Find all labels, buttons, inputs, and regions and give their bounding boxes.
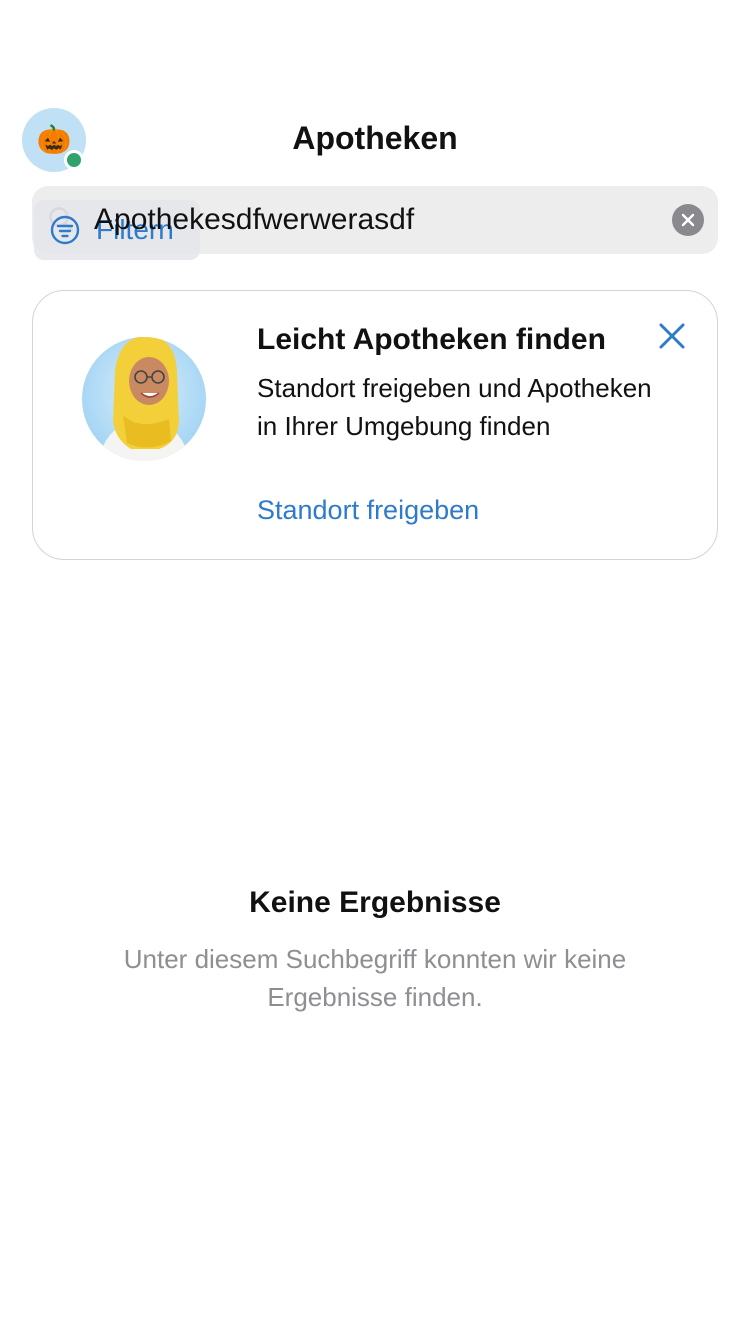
search-bar[interactable]: Filtern (32, 186, 718, 260)
card-body-text: Standort freigeben und Apotheken in Ihre… (257, 373, 652, 441)
search-input[interactable] (94, 198, 654, 242)
pharmacist-avatar-illustration (82, 337, 206, 461)
empty-state-title: Keine Ergebnisse (249, 886, 501, 919)
close-icon[interactable] (657, 321, 687, 351)
card-title: Leicht Apotheken finden (257, 323, 606, 356)
location-card: Leicht Apotheken finden Standort freigeb… (32, 290, 718, 560)
clear-search-button[interactable] (672, 204, 704, 236)
clear-icon (681, 213, 695, 227)
share-location-link[interactable]: Standort freigeben (257, 495, 479, 526)
page-title: Apotheken (292, 120, 458, 156)
empty-state-text: Unter diesem Suchbegriff konnten wir kei… (123, 944, 627, 1012)
filter-icon (50, 215, 80, 245)
